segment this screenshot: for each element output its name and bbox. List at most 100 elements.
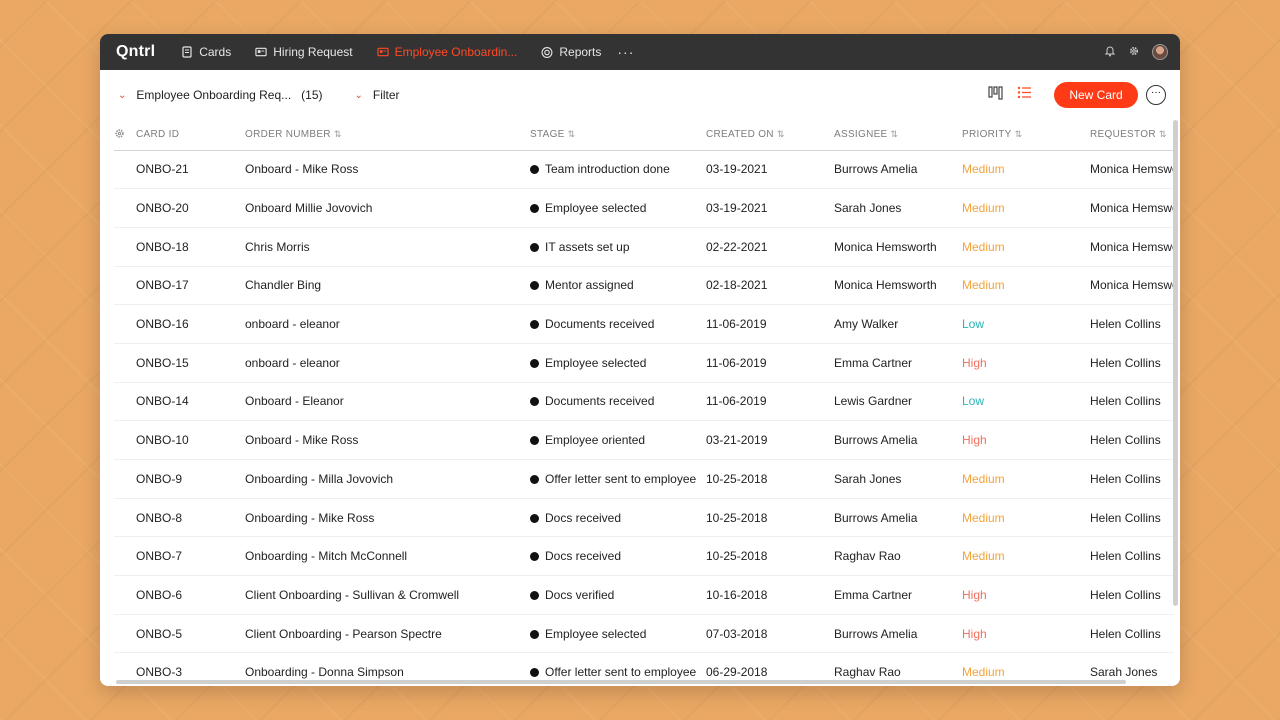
order-number-cell[interactable]: Onboarding - Mitch McConnell — [245, 536, 530, 577]
column-header-priority[interactable]: PRIORITY ⇅ — [962, 120, 1090, 151]
order-number-cell[interactable]: Onboard - Mike Ross — [245, 420, 530, 460]
order-number-cell[interactable]: Onboarding - Donna Simpson — [245, 652, 530, 680]
card-id-cell[interactable]: ONBO-8 — [136, 498, 245, 538]
table-row[interactable]: ONBO-20 Onboard Millie Jovovich Employee s… — [114, 188, 1174, 228]
tab-reports[interactable]: Reports — [541, 45, 601, 59]
table-row[interactable]: ONBO-14 Onboard - Eleanor Documents receiv… — [114, 382, 1174, 422]
card-id-cell[interactable]: ONBO-18 — [136, 227, 245, 267]
cards-icon — [181, 46, 193, 58]
horizontal-scrollbar[interactable] — [116, 680, 1126, 684]
more-tabs-button[interactable]: ··· — [617, 44, 634, 60]
stage-text: Documents received — [545, 317, 655, 332]
table-row[interactable]: ONBO-16 onboard - eleanor Documents receiv… — [114, 304, 1174, 344]
chevron-down-icon: ⌄ — [354, 89, 363, 101]
kanban-view-icon[interactable] — [988, 85, 1003, 105]
table-row[interactable]: ONBO-8 Onboarding - Mike Ross Docs receive… — [114, 498, 1174, 538]
app-logo[interactable]: Qntrl — [116, 43, 155, 61]
card-id-text: ONBO-9 — [136, 471, 183, 486]
more-options-button[interactable]: ··· — [1146, 85, 1166, 105]
card-id-cell[interactable]: ONBO-3 — [136, 652, 245, 680]
table-row[interactable]: ONBO-6 Client Onboarding - Sullivan & Cro… — [114, 575, 1174, 615]
order-number-cell[interactable]: Chandler Bing — [245, 266, 530, 306]
row-spacer-cell — [114, 266, 136, 306]
column-header-requestor[interactable]: REQUESTOR ⇅ — [1090, 120, 1174, 151]
column-header-stage[interactable]: STAGE ⇅ — [530, 120, 706, 151]
order-number-cell[interactable]: onboard - eleanor — [245, 304, 530, 344]
priority-cell: Medium — [962, 536, 1090, 577]
card-id-cell[interactable]: ONBO-15 — [136, 343, 245, 383]
stage-text: IT assets set up — [545, 239, 630, 254]
tab-cards[interactable]: Cards — [181, 45, 231, 59]
sort-icon[interactable]: ⇅ — [334, 129, 342, 139]
requestor-cell: Monica Hemsworth — [1090, 227, 1174, 267]
new-card-button[interactable]: New Card — [1054, 82, 1138, 108]
filter-button[interactable]: ⌄ Filter — [355, 88, 400, 102]
card-id-cell[interactable]: ONBO-17 — [136, 266, 245, 306]
priority-text: Low — [962, 394, 985, 409]
card-id-cell[interactable]: ONBO-5 — [136, 614, 245, 654]
column-settings-icon[interactable] — [114, 129, 125, 142]
bell-icon[interactable] — [1104, 45, 1116, 60]
card-id-cell[interactable]: ONBO-10 — [136, 420, 245, 460]
order-number-cell[interactable]: Chris Morris — [245, 227, 530, 267]
assignee-text: Burrows Amelia — [834, 162, 918, 177]
priority-cell: Medium — [962, 227, 1090, 267]
card-id-cell[interactable]: ONBO-9 — [136, 459, 245, 499]
priority-cell: Medium — [962, 188, 1090, 228]
card-id-cell[interactable]: ONBO-14 — [136, 382, 245, 422]
order-number-cell[interactable]: Client Onboarding - Pearson Spectre — [245, 614, 530, 654]
created-on-cell: 11-06-2019 — [706, 382, 834, 422]
table-row[interactable]: ONBO-3 Onboarding - Donna Simpson Offer le… — [114, 652, 1174, 680]
order-number-cell[interactable]: Onboard - Mike Ross — [245, 150, 530, 190]
row-spacer-cell — [114, 575, 136, 615]
card-id-cell[interactable]: ONBO-21 — [136, 150, 245, 190]
card-id-cell[interactable]: ONBO-20 — [136, 188, 245, 228]
column-header-assignee[interactable]: ASSIGNEE ⇅ — [834, 120, 962, 151]
stage-cell: Docs received — [530, 498, 706, 538]
order-number-cell[interactable]: Onboard - Eleanor — [245, 382, 530, 422]
requestor-text: Helen Collins — [1090, 626, 1161, 641]
table-row[interactable]: ONBO-15 onboard - eleanor Employee selecte… — [114, 343, 1174, 383]
order-number-cell[interactable]: Client Onboarding - Sullivan & Cromwell — [245, 575, 530, 615]
card-id-text: ONBO-15 — [136, 355, 189, 370]
list-view-icon[interactable] — [1017, 86, 1032, 104]
order-number-cell[interactable]: Onboarding - Milla Jovovich — [245, 459, 530, 499]
column-header-order-number[interactable]: ORDER NUMBER ⇅ — [245, 120, 530, 151]
card-id-cell[interactable]: ONBO-16 — [136, 304, 245, 344]
order-number-text: Onboard - Eleanor — [245, 394, 344, 409]
assignee-text: Lewis Gardner — [834, 394, 913, 409]
column-header-created-on[interactable]: CREATED ON ⇅ — [706, 120, 834, 151]
sort-icon[interactable]: ⇅ — [891, 129, 899, 139]
stage-cell: Offer letter sent to employee — [530, 459, 706, 499]
order-number-cell[interactable]: onboard - eleanor — [245, 343, 530, 383]
order-number-cell[interactable]: Onboard Millie Jovovich — [245, 188, 530, 228]
requestor-text: Helen Collins — [1090, 510, 1161, 525]
order-number-cell[interactable]: Onboarding - Mike Ross — [245, 498, 530, 538]
view-selector[interactable]: ⌄ Employee Onboarding Req... (15) — [118, 88, 323, 102]
stage-text: Mentor assigned — [545, 278, 634, 293]
sort-icon[interactable]: ⇅ — [777, 129, 785, 139]
card-id-cell[interactable]: ONBO-6 — [136, 575, 245, 615]
stage-text: Offer letter sent to employee — [545, 471, 697, 486]
user-avatar[interactable] — [1152, 44, 1168, 60]
table-row[interactable]: ONBO-17 Chandler Bing Mentor assigned 02-18… — [114, 266, 1174, 306]
priority-text: High — [962, 587, 987, 602]
table-row[interactable]: ONBO-18 Chris Morris IT assets set up 02-22… — [114, 227, 1174, 267]
assignee-cell: Raghav Rao — [834, 536, 962, 577]
table-row[interactable]: ONBO-21 Onboard - Mike Ross Team introduct… — [114, 150, 1174, 190]
table-row[interactable]: ONBO-9 Onboarding - Milla Jovovich Offer l… — [114, 459, 1174, 499]
column-header-card-id[interactable]: CARD ID — [136, 120, 245, 151]
table-row[interactable]: ONBO-5 Client Onboarding - Pearson Spectr… — [114, 614, 1174, 654]
sort-icon[interactable]: ⇅ — [1159, 129, 1167, 139]
gear-icon[interactable] — [1128, 45, 1140, 60]
table-row[interactable]: ONBO-7 Onboarding - Mitch McConnell Docs r… — [114, 536, 1174, 577]
card-id-cell[interactable]: ONBO-7 — [136, 536, 245, 577]
tab-employee-onboarding[interactable]: Employee Onboardin... — [376, 45, 517, 59]
stage-status-dot-icon — [530, 552, 539, 562]
requestor-cell: Helen Collins — [1090, 575, 1174, 615]
tab-hiring-request[interactable]: Hiring Request — [255, 45, 353, 59]
vertical-scrollbar[interactable] — [1173, 120, 1178, 606]
table-row[interactable]: ONBO-10 Onboard - Mike Ross Employee orien… — [114, 420, 1174, 460]
sort-icon[interactable]: ⇅ — [568, 129, 576, 139]
sort-icon[interactable]: ⇅ — [1015, 129, 1023, 139]
